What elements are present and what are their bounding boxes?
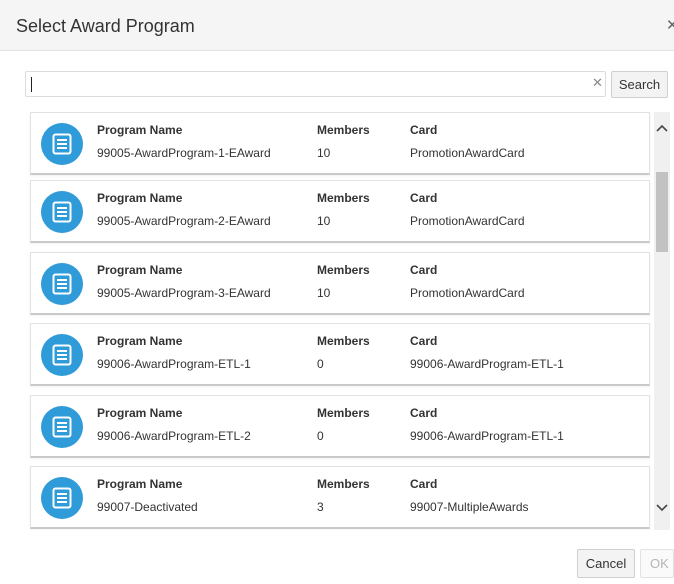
members-label: Members xyxy=(317,191,370,205)
program-name-label: Program Name xyxy=(97,123,183,137)
program-document-icon xyxy=(41,263,83,305)
scroll-up-icon[interactable] xyxy=(656,122,668,134)
members-label: Members xyxy=(317,477,370,491)
program-card[interactable]: Program Name 99005-AwardProgram-2-EAward… xyxy=(30,180,650,243)
card-value: 99006-AwardProgram-ETL-1 xyxy=(410,357,564,371)
members-label: Members xyxy=(317,406,370,420)
program-name-value: 99006-AwardProgram-ETL-2 xyxy=(97,429,251,443)
program-document-icon xyxy=(41,406,83,448)
scroll-down-icon[interactable] xyxy=(656,502,668,514)
text-cursor xyxy=(31,77,32,92)
scrollbar[interactable] xyxy=(654,112,670,530)
program-card[interactable]: Program Name 99005-AwardProgram-1-EAward… xyxy=(30,112,650,175)
program-name-value: 99006-AwardProgram-ETL-1 xyxy=(97,357,251,371)
card-label: Card xyxy=(410,406,438,420)
card-value: 99006-AwardProgram-ETL-1 xyxy=(410,429,564,443)
card-value: 99007-MultipleAwards xyxy=(410,500,529,514)
ok-button[interactable]: OK xyxy=(640,549,674,578)
program-name-label: Program Name xyxy=(97,406,183,420)
select-award-program-dialog: Select Award Program ✕ ✕ Search Program … xyxy=(0,0,674,584)
card-label: Card xyxy=(410,477,438,491)
members-label: Members xyxy=(317,334,370,348)
program-name-value: 99005-AwardProgram-1-EAward xyxy=(97,146,271,160)
program-name-value: 99007-Deactivated xyxy=(97,500,198,514)
dialog-header: Select Award Program ✕ xyxy=(0,0,674,51)
members-value: 10 xyxy=(317,214,331,228)
search-input[interactable] xyxy=(25,71,606,97)
close-icon[interactable]: ✕ xyxy=(666,18,674,33)
program-name-label: Program Name xyxy=(97,263,183,277)
program-name-label: Program Name xyxy=(97,477,183,491)
program-document-icon xyxy=(41,477,83,519)
program-card[interactable]: Program Name 99007-Deactivated Members 3… xyxy=(30,466,650,529)
card-label: Card xyxy=(410,123,438,137)
members-value: 0 xyxy=(317,429,324,443)
card-label: Card xyxy=(410,191,438,205)
program-card[interactable]: Program Name 99005-AwardProgram-3-EAward… xyxy=(30,252,650,315)
program-document-icon xyxy=(41,334,83,376)
search-button[interactable]: Search xyxy=(611,71,668,98)
clear-icon[interactable]: ✕ xyxy=(592,76,603,89)
card-label: Card xyxy=(410,263,438,277)
members-label: Members xyxy=(317,263,370,277)
program-name-value: 99005-AwardProgram-2-EAward xyxy=(97,214,271,228)
program-card[interactable]: Program Name 99006-AwardProgram-ETL-2 Me… xyxy=(30,395,650,458)
program-document-icon xyxy=(41,191,83,233)
card-value: PromotionAwardCard xyxy=(410,214,525,228)
members-value: 10 xyxy=(317,146,331,160)
members-value: 3 xyxy=(317,500,324,514)
program-list: Program Name 99005-AwardProgram-1-EAward… xyxy=(28,112,653,530)
members-value: 10 xyxy=(317,286,331,300)
dialog-title: Select Award Program xyxy=(16,16,195,36)
program-name-label: Program Name xyxy=(97,191,183,205)
program-card[interactable]: Program Name 99006-AwardProgram-ETL-1 Me… xyxy=(30,323,650,386)
members-label: Members xyxy=(317,123,370,137)
scrollbar-thumb[interactable] xyxy=(656,172,668,252)
members-value: 0 xyxy=(317,357,324,371)
card-label: Card xyxy=(410,334,438,348)
program-name-value: 99005-AwardProgram-3-EAward xyxy=(97,286,271,300)
program-document-icon xyxy=(41,123,83,165)
card-value: PromotionAwardCard xyxy=(410,146,525,160)
cancel-button[interactable]: Cancel xyxy=(577,549,635,578)
card-value: PromotionAwardCard xyxy=(410,286,525,300)
program-name-label: Program Name xyxy=(97,334,183,348)
